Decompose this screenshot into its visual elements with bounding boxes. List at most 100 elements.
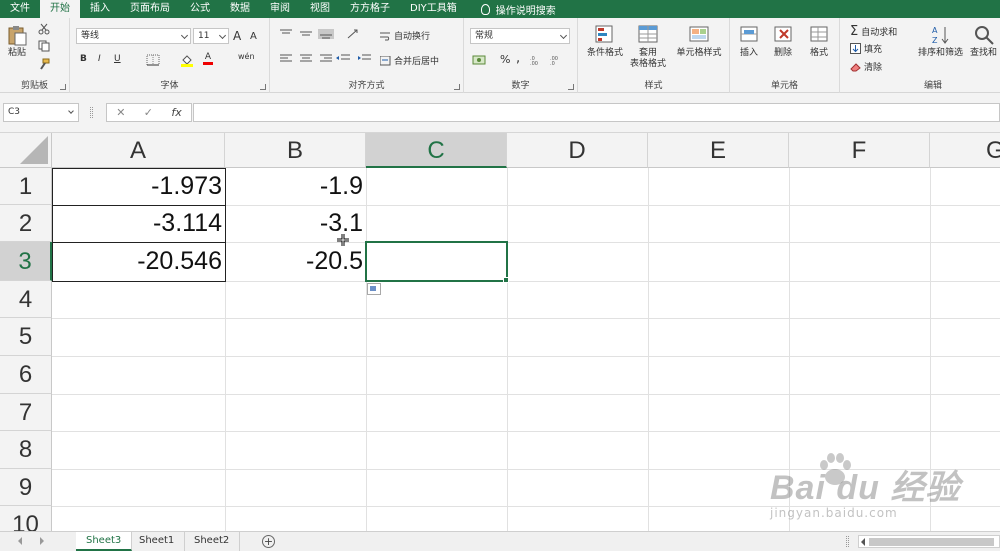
cell-styles-button[interactable]: 单元格样式 — [672, 24, 726, 59]
clear-button[interactable]: 清除 — [850, 60, 882, 73]
row-header-7[interactable]: 7 — [0, 394, 52, 431]
shrink-font-button[interactable]: A — [250, 31, 257, 42]
cell-b3[interactable]: -20.5 — [225, 242, 366, 281]
tab-split-grip[interactable] — [846, 536, 849, 547]
fill-color-icon[interactable] — [180, 53, 194, 67]
tab-home[interactable]: 开始 — [40, 0, 80, 18]
sheet-tab-bar: Sheet3 Sheet1 Sheet2 + — [0, 531, 1000, 551]
number-launcher[interactable] — [568, 84, 574, 90]
row-header-2[interactable]: 2 — [0, 205, 52, 242]
column-header-c[interactable]: C — [366, 133, 507, 168]
clipboard-launcher[interactable] — [60, 84, 66, 90]
underline-button[interactable]: U — [114, 54, 121, 64]
tab-file[interactable]: 文件 — [0, 0, 40, 18]
indent-icons[interactable] — [336, 54, 372, 64]
tab-diy-toolbox[interactable]: DIY工具箱 — [400, 0, 467, 18]
cell-a1[interactable]: -1.973 — [52, 168, 225, 205]
scrollbar-thumb[interactable] — [869, 538, 994, 546]
sort-filter-button[interactable]: AZ 排序和筛选 — [918, 24, 963, 59]
row-header-9[interactable]: 9 — [0, 469, 52, 506]
row-header-1[interactable]: 1 — [0, 168, 52, 205]
format-cells-button[interactable]: 格式 — [808, 24, 830, 59]
decimal-icons[interactable]: .0.00 .00.0 — [530, 54, 568, 66]
paste-options-button[interactable] — [367, 283, 381, 295]
cut-icon[interactable] — [38, 23, 50, 35]
comma-button[interactable]: , — [516, 51, 520, 66]
borders-icon[interactable] — [146, 54, 160, 66]
cell-a2[interactable]: -3.114 — [52, 205, 225, 242]
cell-a3[interactable]: -20.546 — [52, 242, 225, 281]
column-header-e[interactable]: E — [648, 133, 789, 168]
font-color-button[interactable]: A — [203, 52, 213, 65]
sheet-tab-sheet3[interactable]: Sheet3 — [76, 532, 133, 551]
font-size-combo[interactable]: 11 — [193, 28, 229, 44]
name-box[interactable]: C3 — [3, 103, 79, 122]
eraser-icon — [850, 62, 861, 71]
enter-icon[interactable]: ✓ — [144, 106, 153, 119]
format-painter-icon[interactable] — [38, 58, 50, 70]
grow-font-label: A — [233, 29, 242, 43]
select-all-button[interactable] — [0, 133, 52, 168]
formula-bar-grip[interactable] — [90, 107, 93, 118]
tab-view[interactable]: 视图 — [300, 0, 340, 18]
horizontal-scrollbar[interactable] — [858, 535, 1000, 548]
conditional-format-button[interactable]: 条件格式 — [584, 24, 626, 59]
horizontal-align-icons[interactable] — [280, 54, 340, 64]
bold-button[interactable]: B — [80, 54, 87, 64]
tab-insert[interactable]: 插入 — [80, 0, 120, 18]
cancel-icon[interactable]: ✕ — [116, 106, 125, 119]
italic-button[interactable]: I — [98, 54, 101, 64]
column-header-b[interactable]: B — [225, 133, 366, 168]
column-header-d[interactable]: D — [507, 133, 648, 168]
alignment-launcher[interactable] — [454, 84, 460, 90]
cell-b1[interactable]: -1.9 — [225, 168, 366, 205]
active-cell-c3[interactable] — [365, 241, 508, 282]
column-header-f[interactable]: F — [789, 133, 930, 168]
find-select-button[interactable]: 查找和 — [970, 24, 997, 59]
row-header-3[interactable]: 3 — [0, 242, 52, 281]
grow-font-button[interactable]: A — [233, 29, 241, 43]
insert-cells-button[interactable]: 插入 — [738, 24, 760, 59]
merge-center-button[interactable]: 合并后居中 — [380, 54, 439, 67]
row-header-10[interactable]: 10 — [0, 506, 52, 531]
wrap-text-button[interactable]: 自动换行 — [380, 29, 430, 42]
fill-handle[interactable] — [503, 277, 509, 283]
comma-label: , — [516, 51, 521, 66]
tab-formulas[interactable]: 公式 — [180, 0, 220, 18]
svg-text:.00: .00 — [530, 61, 538, 66]
delete-cells-button[interactable]: 删除 — [772, 24, 794, 59]
vertical-align-icons[interactable] — [280, 29, 340, 39]
font-name-combo[interactable]: 等线 — [76, 28, 191, 44]
orientation-icon[interactable] — [346, 28, 360, 40]
add-sheet-button[interactable]: + — [262, 535, 275, 548]
row-header-4[interactable]: 4 — [0, 281, 52, 318]
accounting-format-icon[interactable] — [472, 54, 488, 66]
percent-button[interactable]: % — [500, 53, 510, 66]
row-header-6[interactable]: 6 — [0, 356, 52, 394]
column-header-a[interactable]: A — [52, 133, 225, 168]
sheet-tab-sheet1[interactable]: Sheet1 — [129, 532, 186, 551]
fill-button[interactable]: 填充 — [850, 42, 882, 55]
column-header-g[interactable]: G — [930, 133, 1000, 168]
insert-function-button[interactable]: fx — [171, 106, 181, 119]
autosum-button[interactable]: Σ 自动求和 — [850, 24, 897, 39]
tab-fangfang[interactable]: 方方格子 — [340, 0, 400, 18]
number-format-combo[interactable]: 常规 — [470, 28, 570, 44]
row-header-8[interactable]: 8 — [0, 431, 52, 469]
copy-icon[interactable] — [38, 40, 52, 52]
format-as-table-button[interactable]: 套用 表格格式 — [626, 24, 670, 70]
tab-page-layout[interactable]: 页面布局 — [120, 0, 180, 18]
font-launcher[interactable] — [260, 84, 266, 90]
phonetic-button[interactable]: wén — [238, 52, 255, 61]
number-group-label: 数字 — [511, 81, 530, 91]
tell-me-search[interactable]: 操作说明搜索 — [467, 2, 556, 17]
scroll-left-icon[interactable] — [18, 537, 22, 545]
scroll-right-icon[interactable] — [40, 537, 44, 545]
sheet-tab-sheet2[interactable]: Sheet2 — [184, 532, 241, 551]
formula-input[interactable] — [193, 103, 1000, 122]
tab-data[interactable]: 数据 — [220, 0, 260, 18]
tab-review[interactable]: 审阅 — [260, 0, 300, 18]
row-header-5[interactable]: 5 — [0, 318, 52, 356]
paste-button[interactable]: 粘贴 — [6, 24, 28, 59]
scroll-left-arrow-icon[interactable] — [861, 538, 865, 546]
